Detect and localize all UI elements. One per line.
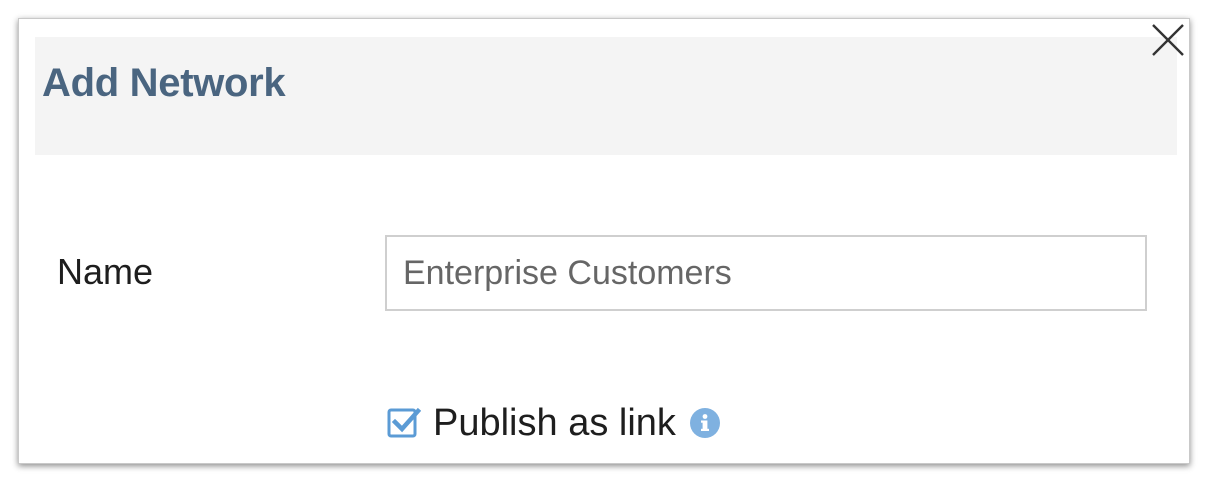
dialog-title: Add Network <box>42 61 286 105</box>
dialog-header: Add Network <box>35 37 1177 155</box>
info-glyph <box>700 414 709 431</box>
publish-checkbox[interactable] <box>387 406 421 440</box>
checkbox-checked-icon <box>387 407 421 438</box>
info-icon[interactable] <box>689 408 720 438</box>
close-button[interactable] <box>1149 21 1187 59</box>
publish-as-link-option: Publish as link <box>387 399 720 447</box>
add-network-dialog: Add Network Name Publish as link <box>18 18 1190 464</box>
name-label: Name <box>57 251 154 292</box>
close-icon <box>1152 24 1184 56</box>
name-input[interactable] <box>385 235 1147 311</box>
publish-label: Publish as link <box>433 401 676 444</box>
